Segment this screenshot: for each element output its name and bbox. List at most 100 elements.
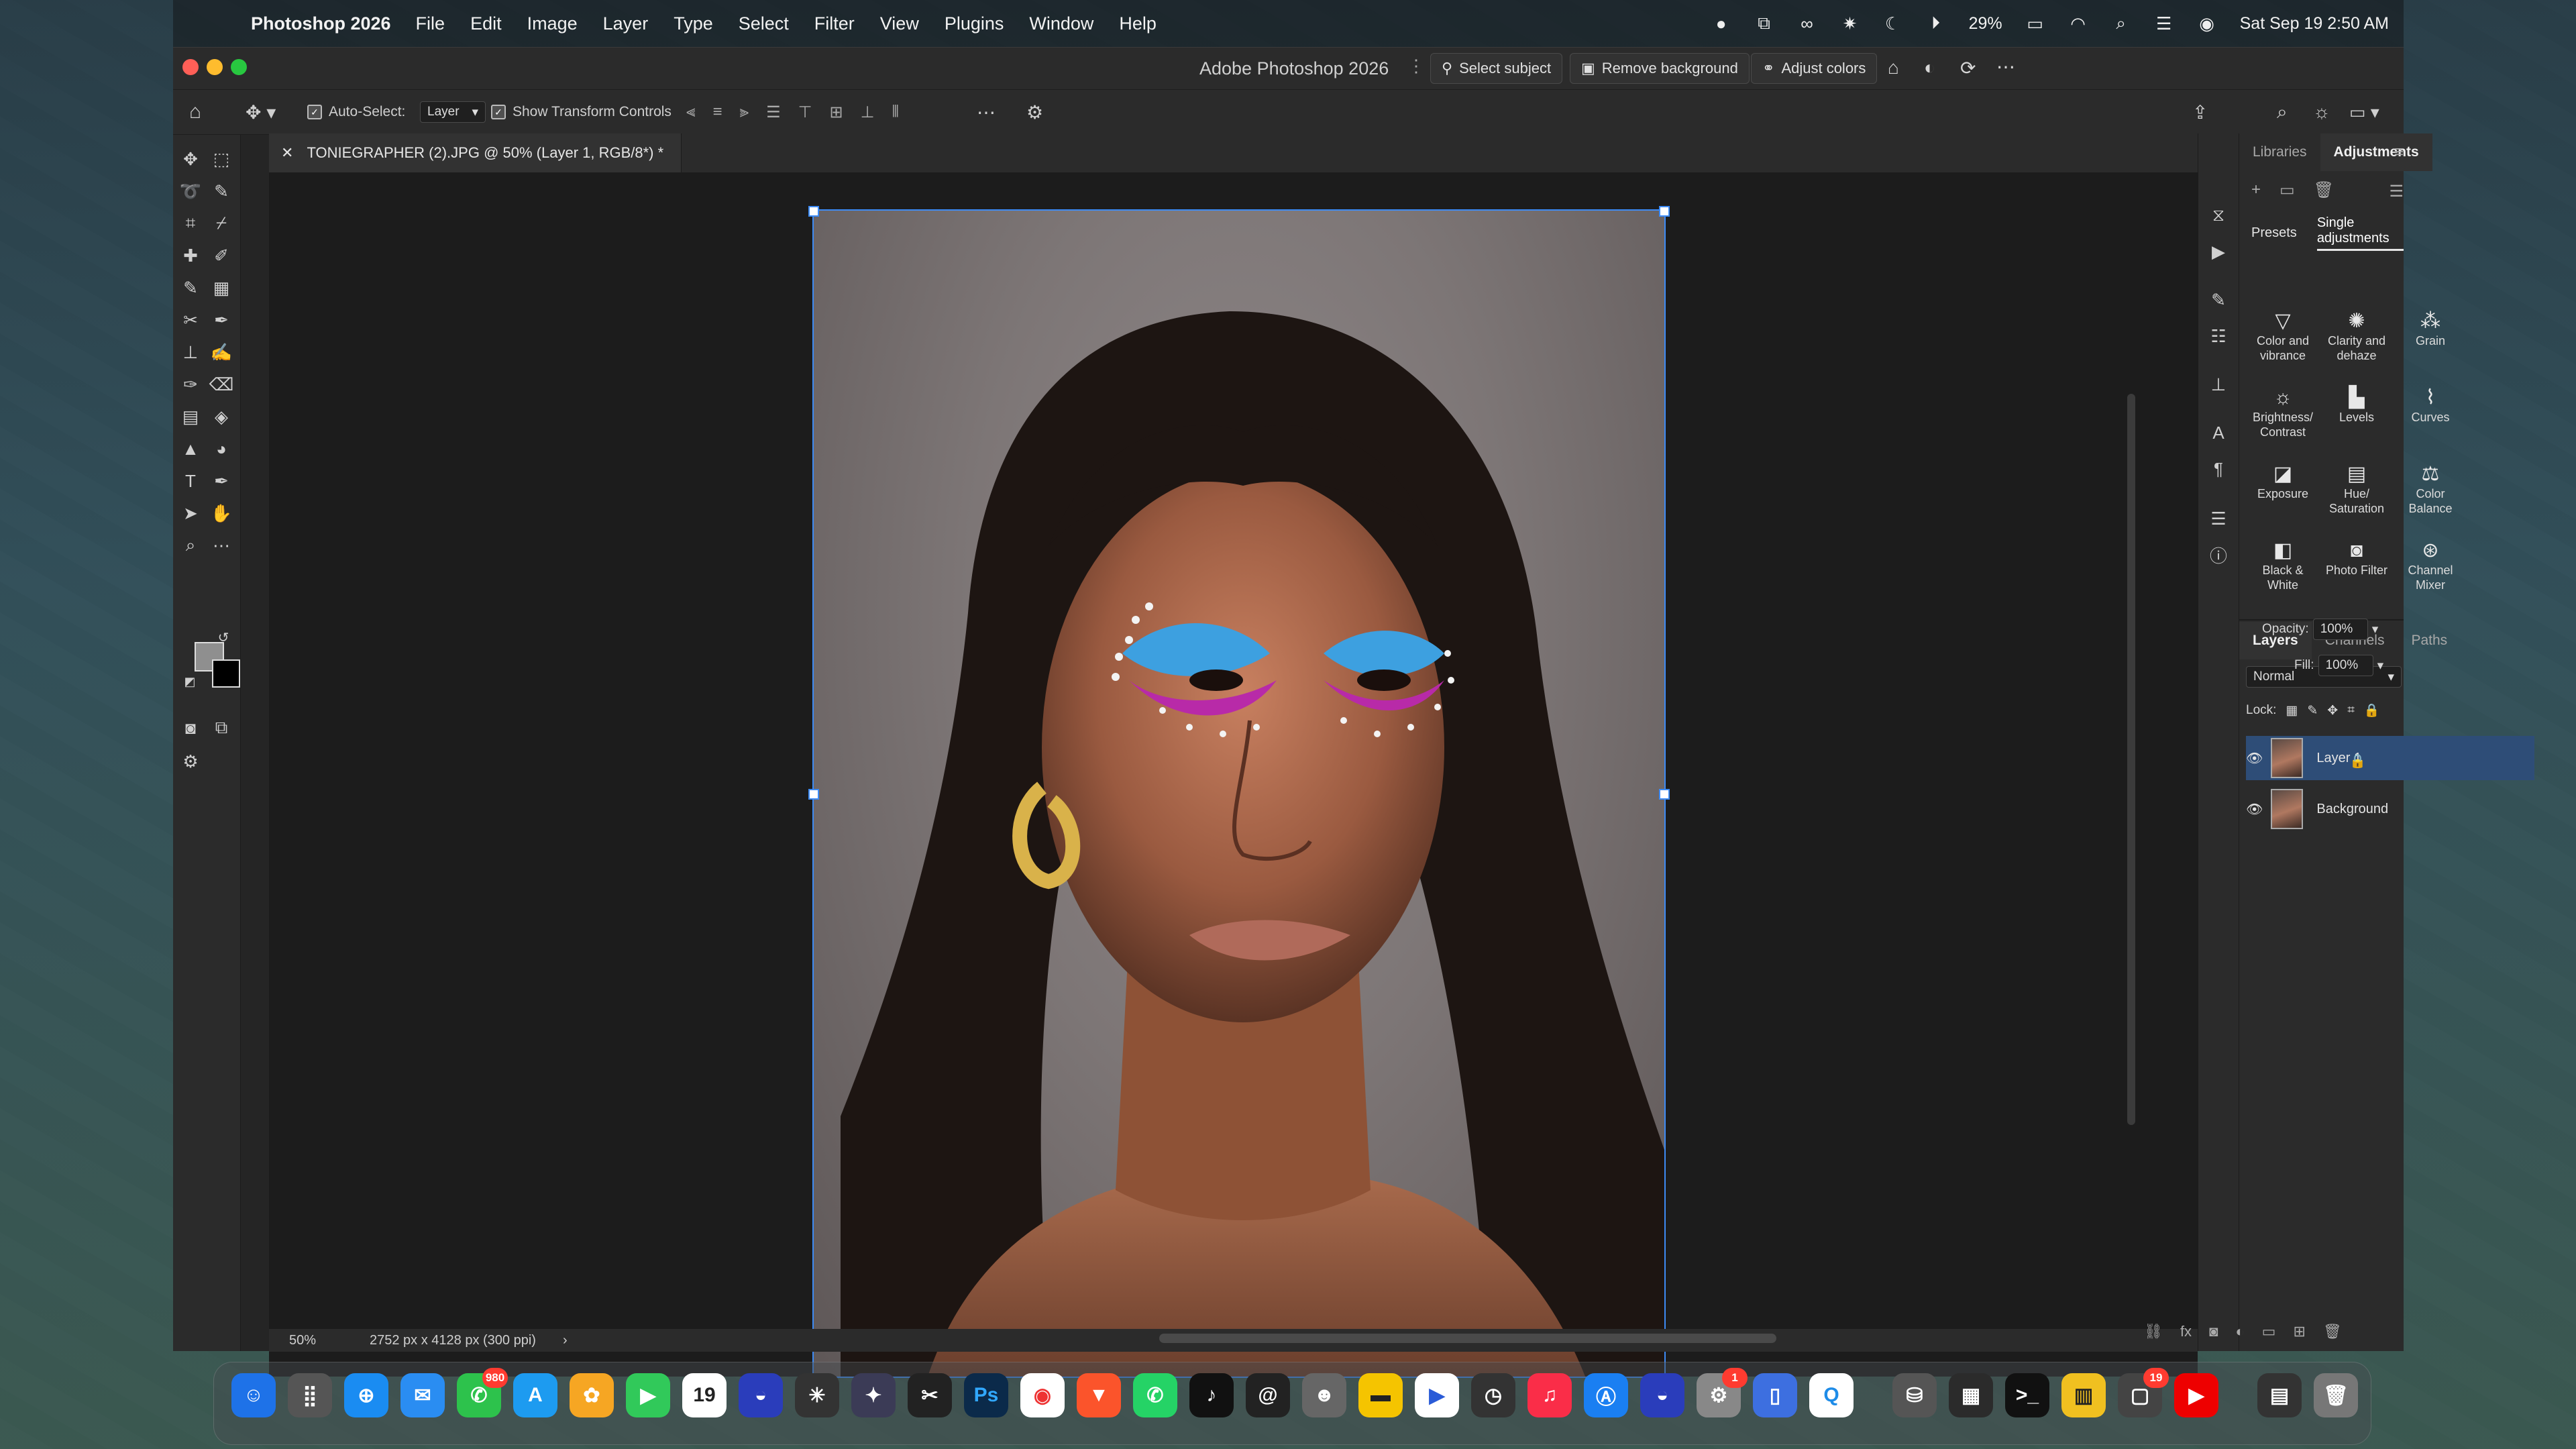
numbers-icon[interactable]: ▥ bbox=[2061, 1373, 2106, 1417]
tab-adjustments[interactable]: Adjustments bbox=[2320, 133, 2432, 171]
healing-brush-tool-icon[interactable]: ✎ bbox=[176, 273, 205, 303]
siri-icon[interactable]: ◉ bbox=[2197, 13, 2217, 34]
proton-vpn-icon[interactable]: ◒ bbox=[1640, 1373, 1684, 1417]
document-tab[interactable]: ✕ TONIEGRAPHER (2).JPG @ 50% (Layer 1, R… bbox=[269, 133, 682, 172]
share-icon[interactable]: ⇪ bbox=[2192, 90, 2208, 134]
gear-icon[interactable]: ⚙ bbox=[1026, 90, 1043, 134]
align-center-icon[interactable]: ≡ bbox=[713, 103, 722, 121]
adjustments-sliders-icon[interactable]: ☰ bbox=[2208, 508, 2229, 529]
document-info[interactable]: 2752 px x 4128 px (300 ppi) bbox=[370, 1333, 536, 1348]
select-subject-button[interactable]: ⚲ Select subject bbox=[1430, 53, 1563, 84]
actions-play-icon[interactable]: ▶ bbox=[2208, 241, 2229, 262]
transform-handle-right[interactable] bbox=[1659, 789, 1670, 800]
sharpen-tool-icon[interactable]: ▲ bbox=[176, 434, 205, 464]
menu-view[interactable]: View bbox=[880, 13, 919, 34]
music-icon[interactable]: ♫ bbox=[1527, 1373, 1572, 1417]
chevron-down-icon[interactable]: ▾ bbox=[2372, 622, 2379, 637]
more-tools-icon[interactable]: ⋯ bbox=[207, 531, 236, 560]
trash-icon[interactable]: 🗑 bbox=[2314, 1373, 2358, 1417]
whatsapp-icon[interactable]: ✆ bbox=[1133, 1373, 1177, 1417]
character-icon[interactable]: A bbox=[2208, 422, 2229, 443]
adj-levels[interactable]: ▙ Levels bbox=[2320, 386, 2394, 425]
sync-icon[interactable]: ⟳ bbox=[1960, 57, 1976, 79]
lock-position-icon[interactable]: ✥ bbox=[2327, 703, 2338, 718]
menu-plugins[interactable]: Plugins bbox=[945, 13, 1004, 34]
move-tool-preset-icon[interactable]: ✥ ▾ bbox=[246, 90, 276, 134]
remove-background-button[interactable]: ▣ Remove background bbox=[1570, 53, 1750, 84]
chevron-right-icon[interactable]: › bbox=[563, 1333, 568, 1348]
background-color-swatch[interactable] bbox=[212, 659, 240, 688]
play-icon[interactable]: ⏵ bbox=[1926, 13, 1946, 34]
auto-select-dropdown[interactable]: Layer ▾ bbox=[420, 90, 486, 134]
contacts-icon[interactable]: ☻ bbox=[1302, 1373, 1346, 1417]
davinci-icon[interactable]: ✦ bbox=[851, 1373, 896, 1417]
zoom-tool-icon[interactable]: ⌕ bbox=[176, 531, 205, 560]
adj-channel-mixer[interactable]: ⊛ Channel Mixer bbox=[2394, 539, 2467, 592]
crop-tool-icon[interactable]: ⌗ bbox=[176, 209, 205, 238]
quicktime-icon[interactable]: Q bbox=[1809, 1373, 1854, 1417]
pen-tool-icon[interactable]: ✒ bbox=[207, 466, 236, 496]
adj-brightness-contrast[interactable]: ☼ Brightness/ Contrast bbox=[2246, 386, 2320, 439]
chevron-down-icon[interactable]: ▾ bbox=[2377, 658, 2384, 674]
minimize-window-button[interactable] bbox=[207, 59, 223, 75]
terminal-icon[interactable]: >_ bbox=[2005, 1373, 2049, 1417]
canvas-area[interactable] bbox=[269, 172, 2198, 1378]
menu-help[interactable]: Help bbox=[1119, 13, 1157, 34]
downloads-stack-icon[interactable]: ▤ bbox=[2257, 1373, 2302, 1417]
desktop-thumbnail-icon[interactable]: ▦ bbox=[1949, 1373, 1993, 1417]
lock-all-icon[interactable]: 🔒 bbox=[2364, 702, 2380, 718]
launchpad-icon[interactable]: ⣿ bbox=[288, 1373, 332, 1417]
auto-select-checkbox[interactable]: ✓ Auto-Select: bbox=[307, 90, 405, 134]
adj-grain[interactable]: ⁂ Grain bbox=[2394, 309, 2467, 348]
creative-cloud-icon[interactable]: ∞ bbox=[1797, 13, 1817, 34]
add-preset-icon[interactable]: + bbox=[2251, 180, 2261, 200]
notes-icon[interactable]: ▬ bbox=[1358, 1373, 1403, 1417]
drag-grip-icon[interactable]: ⋮ bbox=[1407, 56, 1425, 76]
close-window-button[interactable] bbox=[182, 59, 199, 75]
menu-image[interactable]: Image bbox=[527, 13, 578, 34]
lock-pixels-icon[interactable]: ✎ bbox=[2307, 703, 2318, 718]
screen-mode-icon[interactable]: ⧉ bbox=[207, 713, 236, 743]
chrome-icon[interactable]: ◉ bbox=[1020, 1373, 1065, 1417]
eraser-tool-icon[interactable]: ⌫ bbox=[207, 370, 236, 399]
menu-filter[interactable]: Filter bbox=[814, 13, 855, 34]
screen-share-icon[interactable]: ⧉ bbox=[1754, 13, 1774, 34]
more-actions-icon[interactable]: ⋯ bbox=[1996, 56, 2015, 78]
lock-transparent-icon[interactable]: ▦ bbox=[2286, 703, 2298, 718]
layer-row-layer-1[interactable]: 👁 Layer 1 bbox=[2246, 736, 2534, 780]
transform-handle-top-left[interactable] bbox=[808, 206, 819, 217]
zoom-window-button[interactable] bbox=[231, 59, 247, 75]
path-select-tool-icon[interactable]: ➤ bbox=[176, 498, 205, 528]
wifi-icon[interactable]: ◠ bbox=[2068, 13, 2088, 34]
safari-icon[interactable]: ⊕ bbox=[344, 1373, 388, 1417]
menu-file[interactable]: File bbox=[416, 13, 445, 34]
distribute-vertical-icon[interactable]: ⦀ bbox=[892, 103, 900, 121]
show-transform-checkbox[interactable]: ✓ Show Transform Controls bbox=[491, 90, 672, 134]
adj-exposure[interactable]: ◪ Exposure bbox=[2246, 462, 2320, 501]
move-tool-icon[interactable]: ✥ bbox=[176, 144, 205, 174]
transform-handle-left[interactable] bbox=[808, 789, 819, 800]
transform-handle-top-right[interactable] bbox=[1659, 206, 1670, 217]
paragraph-icon[interactable]: ¶ bbox=[2208, 458, 2229, 480]
app-store-icon[interactable]: Ⓐ bbox=[1584, 1373, 1628, 1417]
system-settings-icon[interactable]: ⚙ 1 bbox=[1697, 1368, 1748, 1417]
more-options-icon[interactable]: ⋯ bbox=[977, 90, 996, 134]
discover-light-icon[interactable]: ☼ bbox=[2313, 90, 2330, 134]
workspace-icon[interactable]: ▭ ▾ bbox=[2349, 90, 2379, 134]
opacity-field[interactable]: 100% bbox=[2312, 619, 2368, 640]
history-icon[interactable]: ⧖ bbox=[2208, 205, 2229, 226]
list-view-icon[interactable]: ☰ bbox=[2389, 182, 2404, 201]
brightness-icon[interactable]: ✷ bbox=[1840, 13, 1860, 34]
content-aware-move-icon[interactable]: ✂ bbox=[176, 305, 205, 335]
dodge-tool-icon[interactable]: ◕ bbox=[207, 434, 236, 464]
spot-healing-tool-icon[interactable]: ✚ bbox=[176, 241, 205, 270]
adj-clarity-dehaze[interactable]: ✺ Clarity and dehaze bbox=[2320, 309, 2394, 363]
focus-moon-icon[interactable]: ☾ bbox=[1883, 13, 1903, 34]
claude-icon[interactable]: ✳ bbox=[795, 1373, 839, 1417]
warp-icon[interactable]: ⌂ bbox=[1888, 57, 1899, 78]
battery-icon[interactable]: ▭ bbox=[2025, 13, 2045, 34]
menu-type[interactable]: Type bbox=[674, 13, 713, 34]
adj-color-vibrance[interactable]: ▽ Color and vibrance bbox=[2246, 309, 2320, 363]
visibility-eye-icon[interactable]: 👁 bbox=[2246, 750, 2263, 767]
record-icon[interactable]: ● bbox=[1711, 13, 1731, 34]
